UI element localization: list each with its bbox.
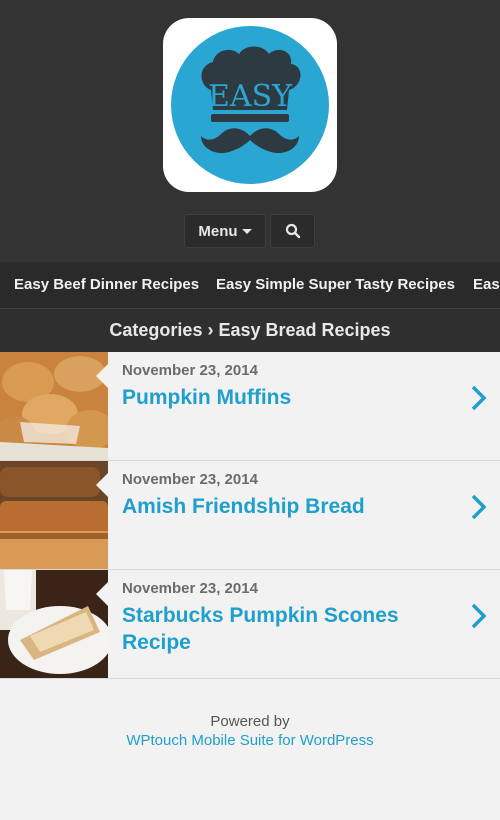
logo-circle: EASY <box>171 26 329 184</box>
list-item[interactable]: November 23, 2014 Amish Friendship Bread <box>0 461 500 570</box>
site-footer: Powered by WPtouch Mobile Suite for Word… <box>0 679 500 749</box>
post-list: November 23, 2014 Pumpkin Muffins Novemb… <box>0 352 500 679</box>
thumbnail-notch <box>96 473 108 497</box>
page-title: Categories › Easy Bread Recipes <box>0 308 500 352</box>
powered-by-text: Powered by <box>210 713 290 730</box>
category-nav: Easy Beef Dinner Recipes Easy Simple Sup… <box>0 262 500 308</box>
chevron-right-icon[interactable] <box>470 384 488 412</box>
post-title[interactable]: Amish Friendship Bread <box>122 493 452 520</box>
post-date: November 23, 2014 <box>122 580 258 597</box>
thumbnail-notch <box>96 364 108 388</box>
post-date: November 23, 2014 <box>122 471 258 488</box>
post-thumbnail[interactable] <box>0 461 108 569</box>
post-date: November 23, 2014 <box>122 362 258 379</box>
post-thumbnail[interactable] <box>0 352 108 460</box>
chevron-right-icon[interactable] <box>470 493 488 521</box>
chef-hat-mustache-icon: EASY <box>201 46 301 154</box>
thumbnail-notch <box>96 582 108 606</box>
site-header: EASY Menu <box>0 0 500 262</box>
chevron-right-icon[interactable] <box>470 602 488 630</box>
wptouch-link[interactable]: WPtouch Mobile Suite for WordPress <box>0 732 500 749</box>
post-title[interactable]: Pumpkin Muffins <box>122 384 452 411</box>
logo-text: EASY <box>208 79 293 114</box>
post-title[interactable]: Starbucks Pumpkin Scones Recipe <box>122 602 452 656</box>
menu-button[interactable]: Menu <box>184 214 266 248</box>
menu-button-label: Menu <box>198 222 238 240</box>
category-link-partial[interactable]: Easy <box>473 262 500 308</box>
category-link-simple-super-tasty[interactable]: Easy Simple Super Tasty Recipes <box>216 262 455 308</box>
menu-bar: Menu <box>0 214 500 248</box>
site-logo[interactable]: EASY <box>163 18 337 192</box>
caret-down-icon <box>241 228 252 234</box>
search-icon <box>285 223 300 239</box>
post-thumbnail[interactable] <box>0 570 108 678</box>
category-link-beef[interactable]: Easy Beef Dinner Recipes <box>14 262 199 308</box>
search-button[interactable] <box>270 214 315 248</box>
list-item[interactable]: November 23, 2014 Pumpkin Muffins <box>0 352 500 461</box>
list-item[interactable]: November 23, 2014 Starbucks Pumpkin Scon… <box>0 570 500 679</box>
